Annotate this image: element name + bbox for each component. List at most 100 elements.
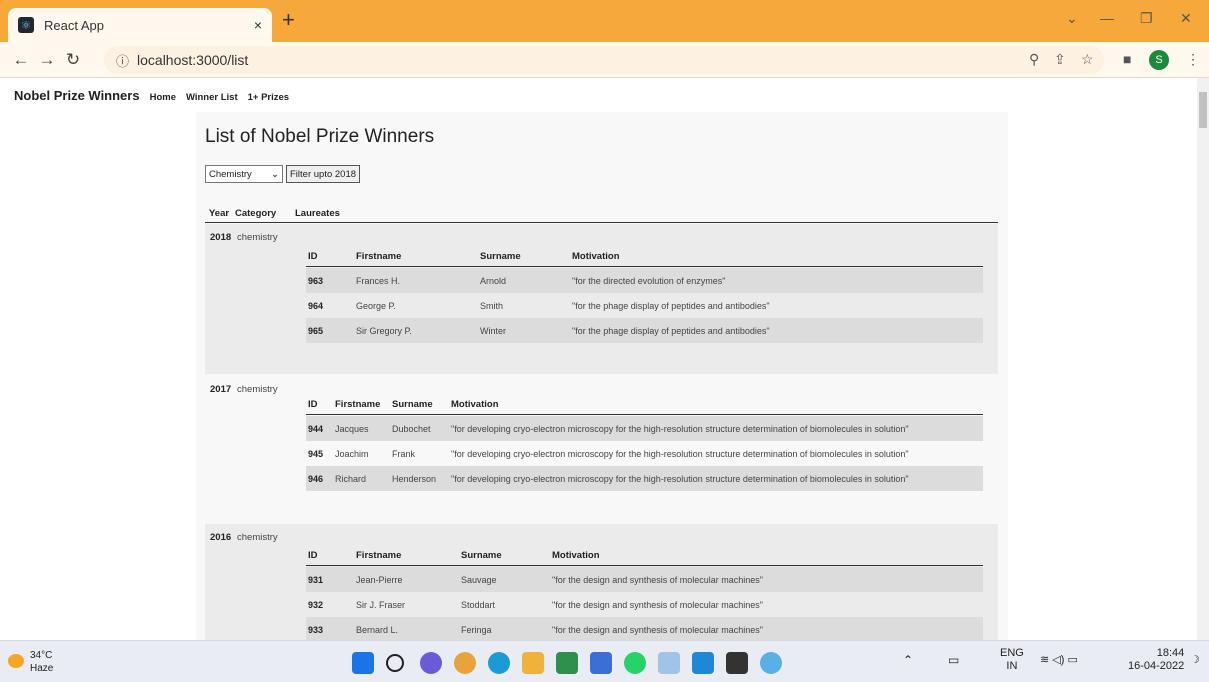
col-motivation: Motivation [572,251,620,262]
col-motivation: Motivation [451,399,499,410]
new-tab-button[interactable]: + [282,9,295,31]
language-code: ENG [1000,647,1024,659]
terminal-icon[interactable] [726,652,748,674]
laureate-table-header: ID Firstname Surname Motivation [306,545,983,566]
site-info-icon[interactable]: ⓘ [116,51,129,70]
col-laureates: Laureates [295,208,340,219]
category-select[interactable]: Chemistry ⌄ [205,165,283,183]
browser-menu-icon[interactable]: ⋮ [1186,51,1200,68]
laureate-firstname: Richard [335,474,367,484]
laureate-table-header: ID Firstname Surname Motivation [306,394,983,415]
tray-overflow-icon[interactable]: ⌃ [903,654,913,667]
pycharm-icon[interactable] [556,652,578,674]
laureate-surname: Frank [392,449,416,459]
nav-link-multiple-prizes[interactable]: 1+ Prizes [248,92,289,103]
forward-icon[interactable]: → [34,50,60,70]
restore-icon[interactable]: ❐ [1140,10,1153,27]
laureate-firstname: Joachim [335,449,369,459]
minimize-icon[interactable]: — [1100,10,1114,26]
search-icon[interactable] [386,654,404,672]
side-panel-icon[interactable]: ■ [1123,51,1131,67]
laureate-firstname: Bernard L. [356,625,399,635]
weather-temperature: 34°C [30,650,53,661]
weather-widget[interactable]: 34°C Haze [30,649,53,675]
edge-icon[interactable] [488,652,510,674]
wifi-volume-battery-icon[interactable]: ≋ ◁) ▭ [1040,654,1078,667]
col-year: Year [209,208,230,219]
share-icon[interactable]: ⇪ [1054,51,1066,68]
prize-category: chemistry [237,532,278,543]
laureate-row: 944 Jacques Dubochet "for developing cry… [306,416,983,441]
weather-condition: Haze [30,663,54,674]
laureate-id: 963 [308,276,324,286]
laureate-firstname: George P. [356,301,396,311]
tray-device-icon[interactable]: ▭ [948,654,959,667]
laureate-row: 963 Frances H. Arnold "for the directed … [306,268,983,293]
filter-button[interactable]: Filter upto 2018 [286,165,361,183]
back-icon[interactable]: ← [8,50,34,70]
tab-search-chevron-icon[interactable]: ⌄ [1066,10,1078,27]
col-firstname: Firstname [356,251,402,262]
whatsapp-icon[interactable] [624,652,646,674]
laureate-row: 931 Jean-Pierre Sauvage "for the design … [306,567,983,592]
laureate-id: 945 [308,449,324,459]
laureate-surname: Sauvage [461,575,497,585]
chrome-icon[interactable] [454,652,476,674]
laureate-motivation: "for the phage display of peptides and a… [572,301,770,311]
laureate-row: 932 Sir J. Fraser Stoddart "for the desi… [306,592,983,617]
col-id: ID [308,550,318,561]
laureate-table-header: ID Firstname Surname Motivation [306,246,983,267]
content-panel: List of Nobel Prize Winners Chemistry ⌄ … [196,112,1008,640]
laureate-id: 965 [308,326,324,336]
prize-year: 2016 [210,532,232,543]
reload-icon[interactable]: ↻ [60,50,86,70]
prize-year: 2017 [210,384,232,395]
app-navbar: Nobel Prize Winners Home Winner List 1+ … [14,88,289,103]
file-explorer-icon[interactable] [522,652,544,674]
browser-tab[interactable]: ⚛ React App × [8,8,272,42]
col-id: ID [308,251,318,262]
laureate-motivation: "for the design and synthesis of molecul… [552,600,763,610]
react-favicon-icon: ⚛ [18,17,34,33]
zoom-icon[interactable]: ⚲ [1029,51,1039,68]
app-brand[interactable]: Nobel Prize Winners [14,88,140,103]
nav-link-home[interactable]: Home [150,92,176,103]
scrollbar-thumb[interactable] [1199,92,1207,128]
bookmark-star-icon[interactable]: ☆ [1081,51,1094,68]
weather-sun-icon[interactable] [8,654,24,668]
windows-start-icon[interactable] [352,652,374,674]
page-scrollbar[interactable] [1197,78,1209,640]
windows-taskbar: 34°C Haze ⌃ ▭ ENG IN ≋ ◁) ▭ 18:44 16-04-… [0,640,1209,682]
profile-avatar[interactable]: S [1149,50,1169,70]
laureate-motivation: "for the design and synthesis of molecul… [552,625,763,635]
laureate-surname: Smith [480,301,504,311]
laureate-firstname: Jacques [335,424,369,434]
app-icon[interactable] [760,652,782,674]
prize-row: 2018 chemistry ID Firstname Surname Moti… [205,224,998,374]
nav-link-winner-list[interactable]: Winner List [186,92,238,103]
language-indicator[interactable]: ENG IN [1000,647,1024,673]
prize-row: 2016 chemistry ID Firstname Surname Moti… [205,524,998,640]
window-close-icon[interactable]: ✕ [1180,10,1192,27]
chat-icon[interactable] [420,652,442,674]
laureate-row: 933 Bernard L. Feringa "for the design a… [306,617,983,640]
vscode-icon[interactable] [692,652,714,674]
col-firstname: Firstname [356,550,402,561]
notepad-icon[interactable] [590,652,612,674]
tab-close-icon[interactable]: × [254,17,262,33]
prize-category: chemistry [237,232,278,243]
laureate-motivation: "for developing cryo-electron microscopy… [451,474,909,484]
clock[interactable]: 18:44 16-04-2022 [1128,647,1184,673]
laureate-surname: Winter [480,326,507,336]
prize-table-header: Year Category Laureates [205,206,998,223]
chart-app-icon[interactable] [658,652,680,674]
laureate-id: 933 [308,625,324,635]
address-bar[interactable]: ⓘ localhost:3000/list [104,46,1104,74]
laureate-surname: Stoddart [461,600,496,610]
prize-category: chemistry [237,384,278,395]
laureate-firstname: Sir J. Fraser [356,600,406,610]
notification-icon[interactable]: ☽ [1190,654,1200,667]
laureate-firstname: Jean-Pierre [356,575,403,585]
laureate-firstname: Frances H. [356,276,401,286]
clock-date: 16-04-2022 [1128,660,1185,672]
